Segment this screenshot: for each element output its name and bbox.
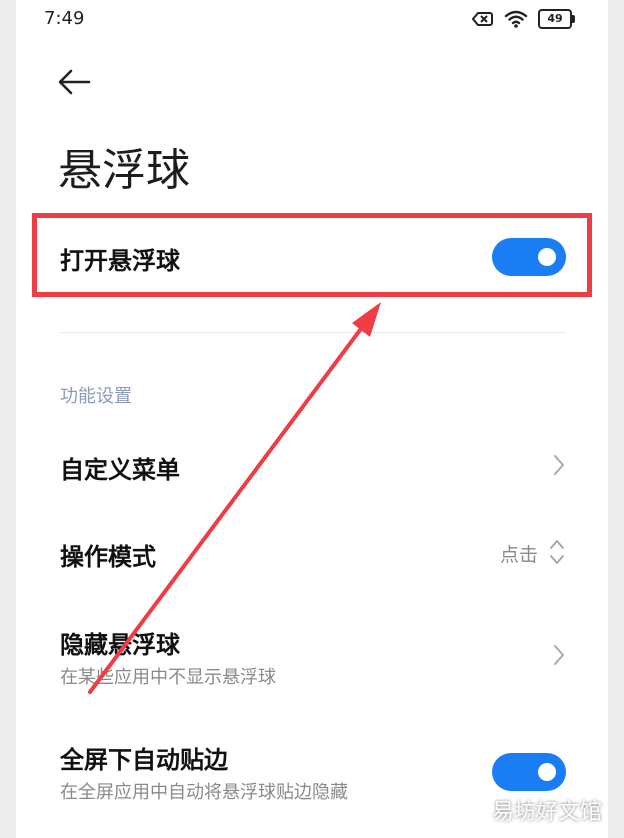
status-icons: 49 bbox=[472, 9, 575, 29]
no-sim-icon bbox=[472, 12, 493, 26]
toggle-knob bbox=[538, 763, 556, 781]
chevron-right-icon bbox=[554, 455, 564, 475]
up-down-chevron-icon bbox=[550, 540, 564, 564]
floating-ball-toggle-row[interactable]: 打开悬浮球 bbox=[16, 217, 608, 297]
toggle-knob bbox=[538, 248, 556, 266]
hide-floating-ball-row[interactable]: 隐藏悬浮球 在某些应用中不显示悬浮球 bbox=[16, 607, 608, 702]
chevron-right-icon bbox=[554, 645, 564, 665]
floating-ball-toggle[interactable] bbox=[492, 238, 566, 276]
battery-icon: 49 bbox=[538, 9, 575, 29]
hide-floating-ball-description: 在某些应用中不显示悬浮球 bbox=[60, 667, 276, 688]
battery-level: 49 bbox=[547, 12, 563, 25]
hide-floating-ball-label: 隐藏悬浮球 bbox=[60, 631, 180, 659]
operation-mode-row[interactable]: 操作模式 点击 bbox=[16, 517, 608, 587]
fullscreen-auto-edge-label: 全屏下自动贴边 bbox=[60, 746, 228, 774]
status-bar: 7:49 49 bbox=[16, 0, 608, 40]
operation-mode-value: 点击 bbox=[499, 544, 538, 566]
custom-menu-label: 自定义菜单 bbox=[60, 456, 180, 484]
settings-screen: 7:49 49 悬浮球 打开悬浮球 功能设置 自定义菜单 操作模式 点击 隐藏悬… bbox=[16, 0, 608, 838]
floating-ball-toggle-label: 打开悬浮球 bbox=[60, 247, 180, 275]
divider bbox=[60, 332, 566, 333]
wifi-icon bbox=[504, 10, 528, 28]
back-arrow-icon[interactable] bbox=[56, 64, 92, 100]
operation-mode-label: 操作模式 bbox=[60, 543, 156, 571]
section-label: 功能设置 bbox=[60, 386, 132, 407]
page-title: 悬浮球 bbox=[58, 145, 190, 196]
watermark: 易坊好文馆 bbox=[491, 800, 602, 825]
fullscreen-auto-edge-description: 在全屏应用中自动将悬浮球贴边隐藏 bbox=[60, 782, 348, 803]
status-time: 7:49 bbox=[44, 8, 85, 29]
custom-menu-row[interactable]: 自定义菜单 bbox=[16, 430, 608, 500]
fullscreen-auto-edge-toggle[interactable] bbox=[492, 753, 566, 791]
